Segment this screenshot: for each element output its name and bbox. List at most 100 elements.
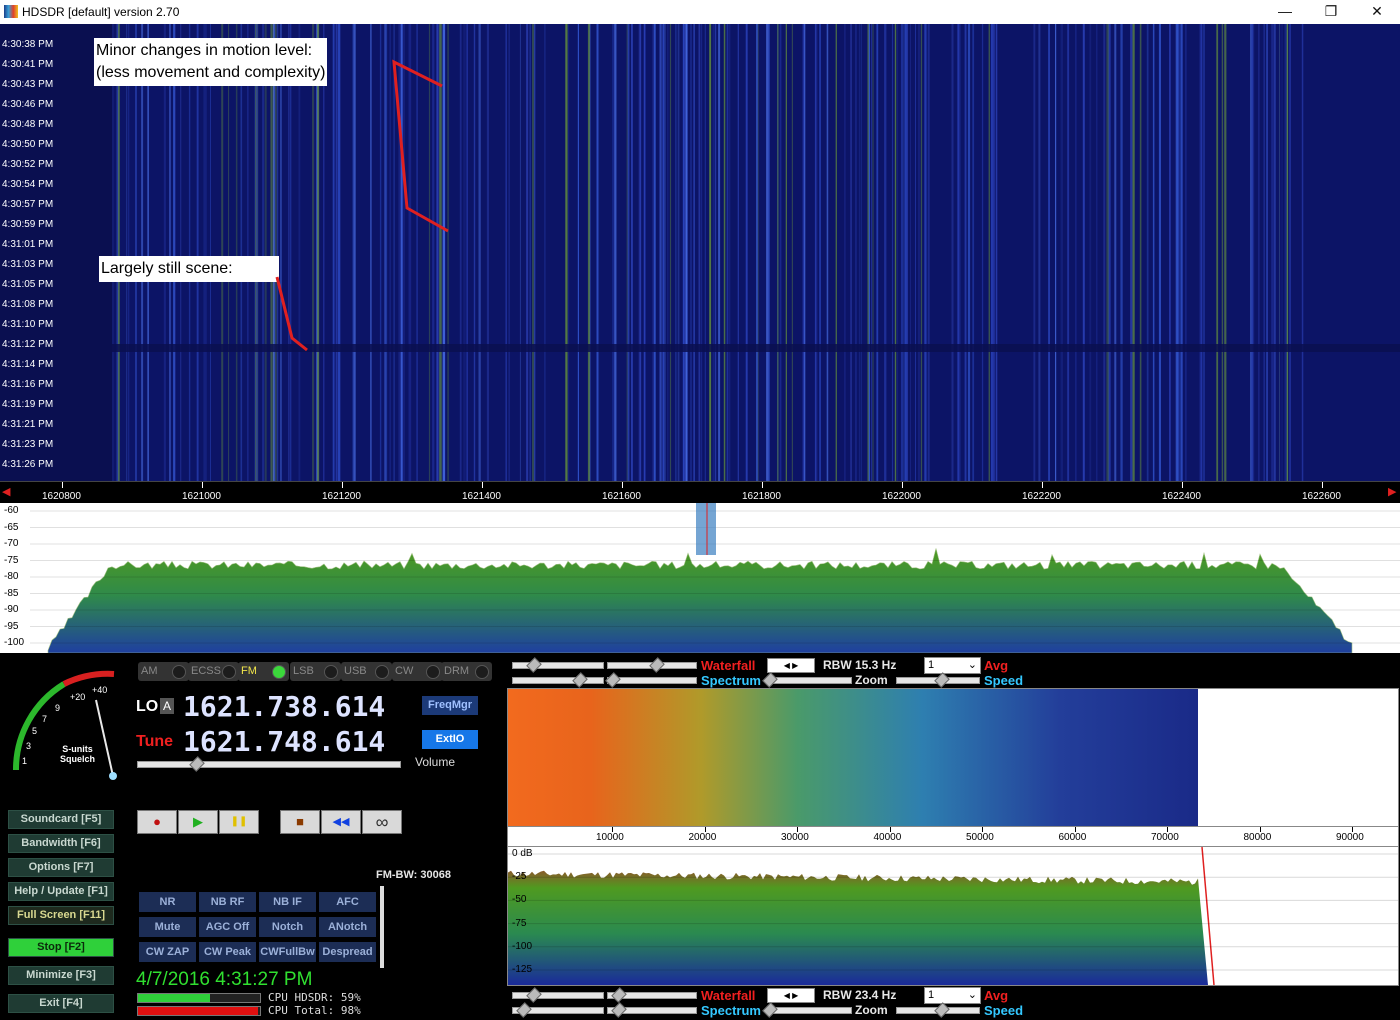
s-meter-caption-2: Squelch (60, 754, 96, 764)
help-update-button[interactable]: Help / Update [F1] (8, 882, 114, 901)
rf-waterfall[interactable]: 4:30:38 PM 4:30:41 PM 4:30:43 PM 4:30:46 PM… (0, 24, 1400, 481)
stop-button[interactable]: Stop [F2] (8, 938, 114, 957)
mode-drm-button[interactable]: DRM (441, 662, 492, 681)
frequency-ruler[interactable]: ◀ ▶ 1620800 1621000 1621200 1621400 1621600 1… (0, 481, 1400, 504)
bandwidth-button[interactable]: Bandwidth [F6] (8, 834, 114, 853)
waterfall-brightness-slider[interactable] (607, 657, 697, 673)
annotation-arrow-1 (392, 59, 449, 233)
speed-slider-bottom[interactable] (896, 1002, 980, 1018)
scroll-left-icon[interactable]: ◀ (2, 485, 10, 498)
nb-rf-button[interactable]: NB RF (199, 892, 256, 912)
full-screen-button[interactable]: Full Screen [F11] (8, 906, 114, 925)
restore-window-button[interactable]: ❐ (1308, 0, 1354, 24)
waterfall-contrast-knob-b[interactable] (526, 987, 542, 1003)
spectrum-contrast-knob[interactable] (572, 672, 588, 688)
rf-spectrum-plot (30, 503, 1400, 653)
record-button[interactable]: ● (137, 810, 177, 834)
rf-spectrum[interactable]: -60 -65 -70 -75 -80 -85 -90 -95 -100 (0, 503, 1400, 653)
spectrum-contrast-slider-b[interactable] (512, 1002, 604, 1018)
zoom-slider-bottom[interactable] (762, 1002, 852, 1018)
s-meter-label-1: 1 (22, 756, 28, 766)
despread-button[interactable]: Despread (319, 942, 376, 962)
anotch-button[interactable]: ANotch (319, 917, 376, 937)
spectrum-contrast-slider[interactable] (512, 672, 604, 688)
af-spectrum-db-label: -50 (512, 894, 527, 906)
cw-peak-button[interactable]: CW Peak (199, 942, 256, 962)
play-button[interactable]: ▶ (178, 810, 218, 834)
ruler-label: 1621200 (322, 491, 361, 502)
fm-bw-slider[interactable] (380, 886, 384, 968)
scroll-right-icon[interactable]: ▶ (1388, 485, 1396, 498)
volume-slider[interactable] (137, 756, 401, 772)
minimize-button[interactable]: Minimize [F3] (8, 966, 114, 985)
waterfall-contrast-slider-b[interactable] (512, 987, 604, 1003)
speed-slider-top[interactable] (896, 672, 980, 688)
zoom-knob-bottom[interactable] (762, 1002, 778, 1018)
control-panel: 1 3 5 7 9 +20 +40 S-units Squelch AM ECS… (0, 654, 1400, 1020)
rf-spectrum-db-label: -70 (4, 538, 19, 549)
mode-fm-button[interactable]: FM (238, 662, 289, 681)
cw-fullbw-button[interactable]: CWFullBw (259, 942, 316, 962)
mode-cw-button[interactable]: CW (392, 662, 443, 681)
loop-button[interactable]: ∞ (362, 810, 402, 834)
afc-button[interactable]: AFC (319, 892, 376, 912)
af-waterfall[interactable] (507, 688, 1399, 828)
spectrum-brightness-slider[interactable] (605, 672, 697, 688)
avg-select-bottom[interactable]: 1 ⌄ (924, 987, 981, 1004)
waterfall-contrast-slider[interactable] (512, 657, 604, 673)
lo-ab-toggle[interactable]: A (160, 698, 174, 714)
mode-usb-button[interactable]: USB (341, 662, 392, 681)
af-ruler-label: 60000 (1058, 832, 1087, 843)
spectrum-contrast-knob-b[interactable] (516, 1002, 532, 1018)
spectrum-brightness-slider-b[interactable] (607, 1002, 697, 1018)
freqmgr-button[interactable]: FreqMgr (422, 696, 478, 715)
ruler-tick (1322, 482, 1323, 488)
zoom-slider-top[interactable] (762, 672, 852, 688)
mode-ecss-button[interactable]: ECSS (188, 662, 239, 681)
chevron-down-icon: ⌄ (967, 659, 977, 671)
af-spectrum-db-label: -75 (512, 917, 527, 929)
spectrum-brightness-knob-b[interactable] (611, 1002, 627, 1018)
close-window-button[interactable]: ✕ (1354, 0, 1400, 24)
speed-knob-top[interactable] (934, 672, 950, 688)
mute-button[interactable]: Mute (139, 917, 196, 937)
tune-frequency-display[interactable]: 1621.748.614 (183, 725, 385, 758)
window-title: HDSDR [default] version 2.70 (22, 5, 180, 19)
waterfall-brightness-knob-b[interactable] (611, 987, 627, 1003)
soundcard-button[interactable]: Soundcard [F5] (8, 810, 114, 829)
pause-button[interactable]: ❚❚ (219, 810, 259, 834)
avg-select-top[interactable]: 1 ⌄ (924, 657, 981, 674)
waterfall-label-top: Waterfall (701, 658, 756, 673)
cw-zap-button[interactable]: CW ZAP (139, 942, 196, 962)
af-ruler[interactable]: 10000 20000 30000 40000 50000 60000 70000 80000… (507, 826, 1399, 848)
mode-lsb-button[interactable]: LSB (290, 662, 341, 681)
rf-spectrum-db-label: -100 (4, 637, 25, 648)
waterfall-brightness-knob[interactable] (649, 657, 665, 673)
options-button[interactable]: Options [F7] (8, 858, 114, 877)
ruler-tick (762, 482, 763, 488)
af-ruler-tick (1259, 827, 1261, 832)
spectrum-brightness-knob[interactable] (605, 672, 621, 688)
stop-playback-button[interactable]: ■ (280, 810, 320, 834)
notch-button[interactable]: Notch (259, 917, 316, 937)
mode-am-button[interactable]: AM (138, 662, 189, 681)
lo-frequency-display[interactable]: 1621.738.614 (183, 690, 385, 723)
nb-if-button[interactable]: NB IF (259, 892, 316, 912)
af-waterfall-noise (508, 689, 1198, 827)
waterfall-spinner-bottom[interactable]: ◀ ▶ (767, 988, 815, 1003)
ruler-label: 1622400 (1162, 491, 1201, 502)
exit-button[interactable]: Exit [F4] (8, 994, 114, 1013)
waterfall-brightness-slider-b[interactable] (607, 987, 697, 1003)
minimize-window-button[interactable]: — (1262, 0, 1308, 24)
waterfall-spinner-top[interactable]: ◀ ▶ (767, 658, 815, 673)
extio-button[interactable]: ExtIO (422, 730, 478, 749)
agc-off-button[interactable]: AGC Off (199, 917, 256, 937)
zoom-knob-top[interactable] (762, 672, 778, 688)
volume-slider-knob[interactable] (189, 756, 205, 772)
waterfall-contrast-knob[interactable] (526, 657, 542, 673)
nr-button[interactable]: NR (139, 892, 196, 912)
rewind-button[interactable]: ◀◀ (321, 810, 361, 834)
af-spectrum[interactable]: 0 dB -25 -50 -75 -100 -125 (507, 846, 1399, 986)
mode-drm-label: DRM (444, 665, 470, 677)
speed-knob-bottom[interactable] (934, 1002, 950, 1018)
